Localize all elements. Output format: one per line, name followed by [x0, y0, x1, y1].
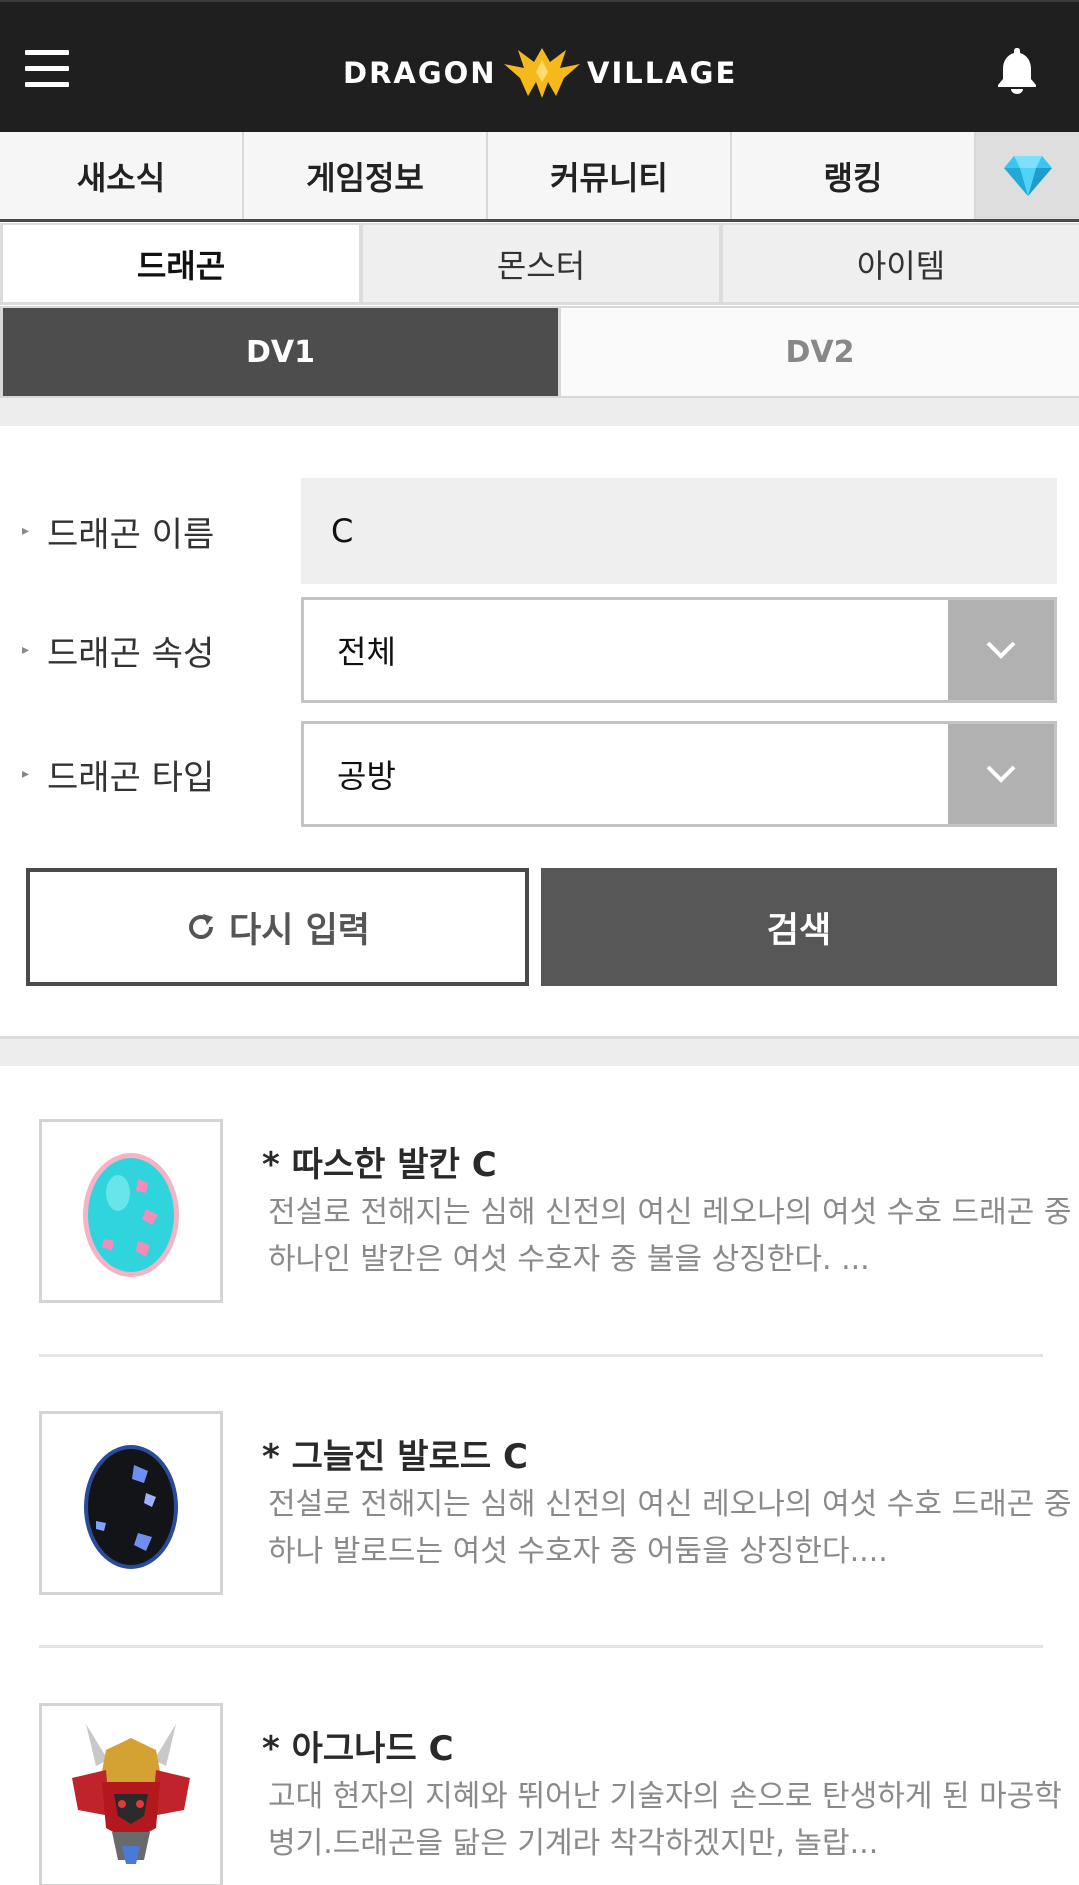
result-description: 전설로 전해지는 심해 신전의 여신 레오나의 여섯 수호 드래곤 중 하나인 … [268, 1195, 1072, 1277]
result-description: 전설로 전해지는 심해 신전의 여신 레오나의 여섯 수호 드래곤 중 하나 발… [268, 1487, 1072, 1569]
bell-icon[interactable] [996, 46, 1038, 94]
version-tabs: DV1 DV2 [0, 306, 1079, 398]
tab-monster[interactable]: 몬스터 [363, 225, 719, 302]
reset-button[interactable]: 다시 입력 [26, 868, 529, 986]
dragon-emblem-icon [504, 48, 580, 98]
diamond-icon [1003, 155, 1052, 196]
result-item[interactable]: * 아그나드 C 고대 현자의 지혜와 뛰어난 기술자의 손으로 탄생하게 된 … [39, 1703, 1062, 1885]
result-description: 고대 현자의 지혜와 뛰어난 기술자의 손으로 탄생하게 된 마공학 병기.드래… [268, 1779, 1062, 1861]
dragon-attribute-label: ▸ 드래곤 속성 [22, 625, 214, 675]
search-button[interactable]: 검색 [541, 868, 1057, 986]
bullet-arrow-icon: ▸ [22, 642, 30, 658]
dragon-attribute-label-text: 드래곤 속성 [47, 633, 215, 674]
dragon-type-label: ▸ 드래곤 타입 [22, 749, 214, 799]
dragon-attribute-select[interactable]: 전체 [301, 597, 1057, 703]
refresh-icon [189, 914, 213, 939]
category-tabs: 드래곤 몬스터 아이템 [0, 223, 1079, 305]
result-divider [39, 1354, 1043, 1357]
chevron-down-icon[interactable] [948, 600, 1054, 700]
gem-button[interactable] [976, 132, 1079, 219]
chevron-down-icon[interactable] [948, 724, 1054, 824]
result-divider [39, 1645, 1043, 1648]
tab-news[interactable]: 새소식 [0, 132, 244, 219]
dragon-type-select[interactable]: 공방 [301, 721, 1057, 827]
dragon-name-label: ▸ 드래곤 이름 [22, 506, 214, 556]
section-divider [0, 1036, 1079, 1066]
dragon-thumbnail[interactable] [39, 1703, 223, 1885]
dragon-village-logo[interactable]: DRAGON VILLAGE [340, 42, 740, 104]
logo-text-right: VILLAGE [587, 56, 738, 90]
tab-dv1[interactable]: DV1 [3, 308, 558, 396]
dragon-name-input[interactable]: C [301, 478, 1057, 584]
tab-ranking[interactable]: 랭킹 [732, 132, 976, 219]
menu-icon[interactable] [25, 50, 69, 88]
logo-text-left: DRAGON [343, 56, 497, 90]
result-title[interactable]: * 그늘진 발로드 C [262, 1429, 528, 1478]
bullet-arrow-icon: ▸ [22, 523, 30, 539]
mecha-dragon-icon [72, 1724, 190, 1864]
tab-game-info[interactable]: 게임정보 [244, 132, 488, 219]
tab-item[interactable]: 아이템 [723, 225, 1079, 302]
dragon-thumbnail[interactable] [39, 1411, 223, 1595]
cyan-egg-icon [83, 1153, 179, 1277]
result-item[interactable]: * 그늘진 발로드 C 전설로 전해지는 심해 신전의 여신 레오나의 여섯 수… [39, 1411, 1071, 1601]
dragon-name-label-text: 드래곤 이름 [47, 514, 215, 555]
dragon-type-label-text: 드래곤 타입 [47, 757, 215, 798]
result-title[interactable]: * 따스한 발칸 C [262, 1137, 497, 1186]
tab-community[interactable]: 커뮤니티 [488, 132, 732, 219]
tab-dv2[interactable]: DV2 [561, 308, 1079, 396]
dragon-type-value: 공방 [337, 757, 396, 795]
result-item[interactable]: * 따스한 발칸 C 전설로 전해지는 심해 신전의 여신 레오나의 여섯 수호… [39, 1119, 1071, 1309]
reset-button-label: 다시 입력 [229, 910, 370, 951]
bullet-arrow-icon: ▸ [22, 766, 30, 782]
black-egg-icon [84, 1445, 178, 1569]
main-nav: 새소식 게임정보 커뮤니티 랭킹 [0, 132, 1079, 222]
tab-dragon[interactable]: 드래곤 [3, 225, 359, 302]
app-header: DRAGON VILLAGE [0, 0, 1079, 132]
result-title[interactable]: * 아그나드 C [262, 1721, 454, 1770]
dragon-attribute-value: 전체 [337, 633, 396, 671]
section-divider [0, 398, 1079, 426]
dragon-thumbnail[interactable] [39, 1119, 223, 1303]
